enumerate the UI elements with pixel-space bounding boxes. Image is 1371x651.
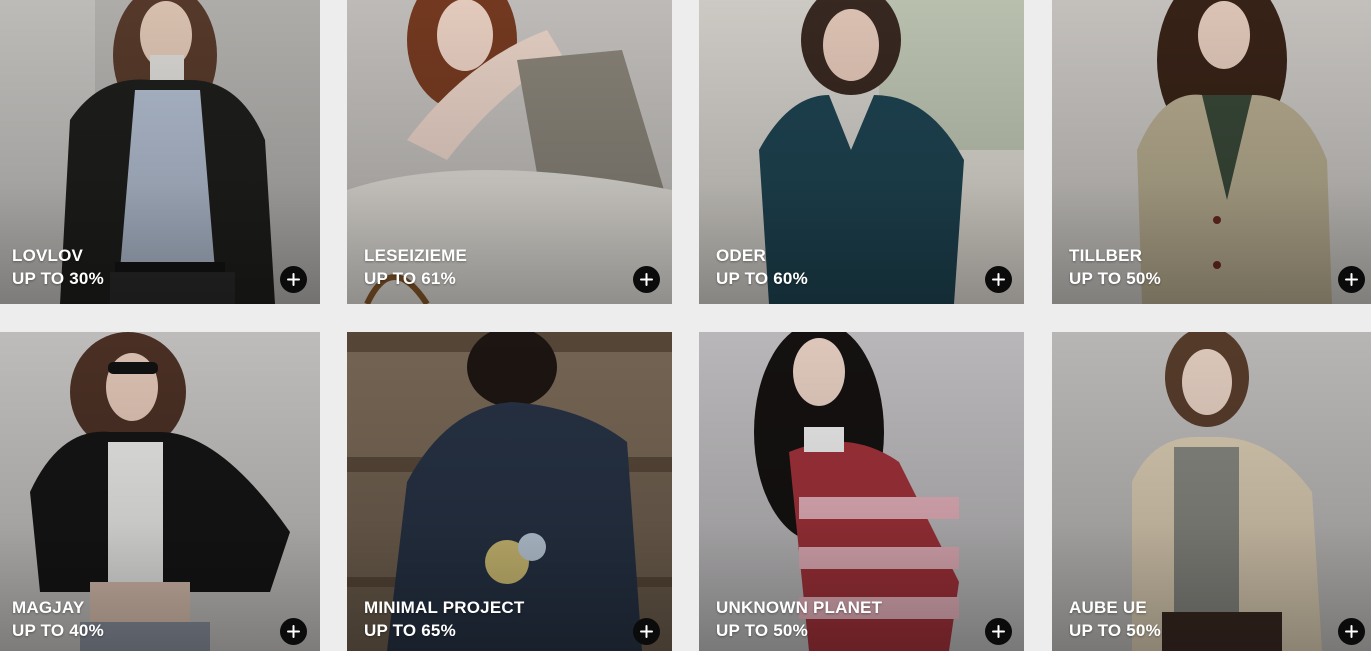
brand-discount: UP TO 61% [364, 269, 456, 288]
plus-icon [640, 273, 653, 286]
brand-discount: UP TO 50% [1069, 269, 1161, 288]
plus-icon [1345, 273, 1358, 286]
brand-grid: LOVLOV UP TO 30% LESEIZIEME UP TO 61% OD… [0, 0, 1371, 651]
brand-card-tillber[interactable]: TILLBER UP TO 50% [1052, 0, 1371, 304]
brand-card-magjay[interactable]: MAGJAY UP TO 40% [0, 332, 320, 651]
add-button[interactable] [985, 266, 1012, 293]
plus-icon [287, 625, 300, 638]
brand-card-leseizieme[interactable]: LESEIZIEME UP TO 61% [347, 0, 672, 304]
plus-icon [287, 273, 300, 286]
brand-card-unknown-planet[interactable]: UNKNOWN PLANET UP TO 50% [699, 332, 1024, 651]
add-button[interactable] [280, 266, 307, 293]
brand-label: MINIMAL PROJECT UP TO 65% [364, 596, 524, 642]
brand-card-minimal-project[interactable]: MINIMAL PROJECT UP TO 65% [347, 332, 672, 651]
brand-name: MINIMAL PROJECT [364, 598, 525, 617]
brand-discount: UP TO 60% [716, 269, 808, 288]
brand-card-oder[interactable]: ODER UP TO 60% [699, 0, 1024, 304]
brand-card-aube-ue[interactable]: AUBE UE UP TO 50% [1052, 332, 1371, 651]
plus-icon [992, 625, 1005, 638]
brand-label: LOVLOV UP TO 30% [12, 244, 104, 290]
add-button[interactable] [1338, 266, 1365, 293]
brand-label: AUBE UE UP TO 50% [1069, 596, 1161, 642]
plus-icon [640, 625, 653, 638]
brand-card-lovlov[interactable]: LOVLOV UP TO 30% [0, 0, 320, 304]
add-button[interactable] [633, 618, 660, 645]
add-button[interactable] [280, 618, 307, 645]
brand-label: MAGJAY UP TO 40% [12, 596, 104, 642]
brand-name: LOVLOV [12, 246, 84, 265]
brand-discount: UP TO 50% [716, 621, 808, 640]
brand-name: LESEIZIEME [364, 246, 468, 265]
brand-label: UNKNOWN PLANET UP TO 50% [716, 596, 882, 642]
brand-name: MAGJAY [12, 598, 85, 617]
brand-label: LESEIZIEME UP TO 61% [364, 244, 467, 290]
brand-name: TILLBER [1069, 246, 1143, 265]
brand-label: ODER UP TO 60% [716, 244, 808, 290]
brand-discount: UP TO 30% [12, 269, 104, 288]
plus-icon [992, 273, 1005, 286]
add-button[interactable] [1338, 618, 1365, 645]
brand-discount: UP TO 40% [12, 621, 104, 640]
add-button[interactable] [633, 266, 660, 293]
brand-name: AUBE UE [1069, 598, 1147, 617]
brand-label: TILLBER UP TO 50% [1069, 244, 1161, 290]
add-button[interactable] [985, 618, 1012, 645]
brand-discount: UP TO 65% [364, 621, 456, 640]
brand-discount: UP TO 50% [1069, 621, 1161, 640]
brand-name: UNKNOWN PLANET [716, 598, 883, 617]
brand-name: ODER [716, 246, 766, 265]
plus-icon [1345, 625, 1358, 638]
